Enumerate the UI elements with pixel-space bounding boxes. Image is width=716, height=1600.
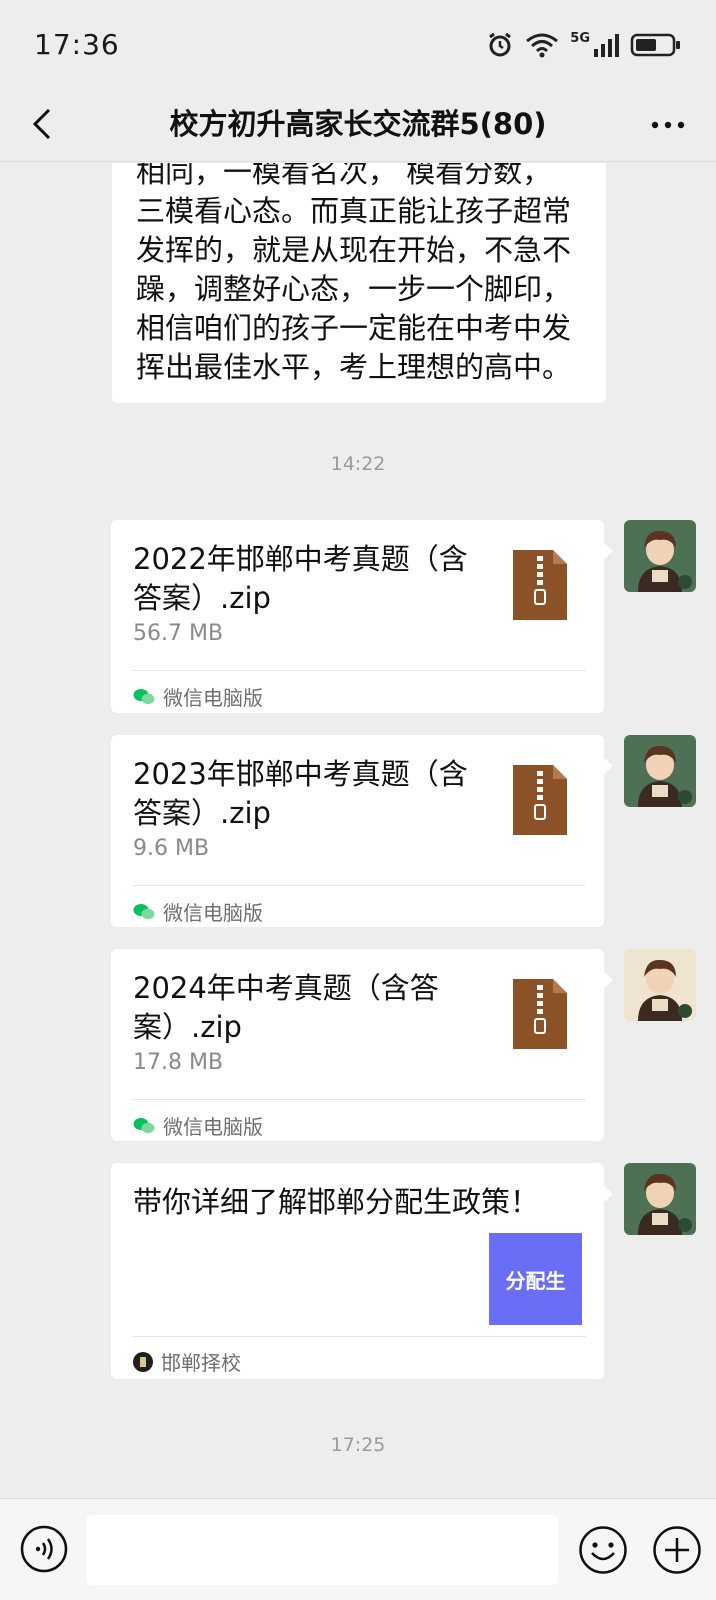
link-thumbnail: 分配生	[489, 1233, 582, 1325]
chat-header: 校方初升高家长交流群5(80)	[0, 88, 716, 162]
message-input[interactable]	[86, 1515, 558, 1585]
file-name: 2024年中考真题（含答案）.zip	[133, 971, 439, 1044]
file-message[interactable]: 2024年中考真题（含答案）.zip 17.8 MB 微信电脑版	[111, 949, 613, 1141]
avatar-image	[624, 1163, 696, 1235]
status-icons: 5G	[486, 28, 682, 62]
avatar[interactable]	[624, 735, 696, 807]
message-line: 三模看心态。而真正能让孩子超常	[136, 194, 572, 228]
zip-file-icon	[513, 979, 567, 1049]
wechat-icon	[133, 903, 155, 919]
file-message[interactable]: 2022年邯郸中考真题（含答案）.zip 56.7 MB 微信电脑版	[111, 520, 613, 713]
link-message[interactable]: 带你详细了解邯郸分配生政策！ 分配生 邯郸择校	[111, 1163, 613, 1379]
card-divider	[133, 1336, 586, 1337]
more-dots-icon	[651, 121, 685, 129]
more-functions-button[interactable]	[652, 1525, 702, 1575]
avatar[interactable]	[624, 520, 696, 592]
file-size: 9.6 MB	[133, 836, 210, 861]
avatar-image	[624, 949, 696, 1021]
source-label: 微信电脑版	[163, 686, 263, 710]
source-label: 微信电脑版	[163, 901, 263, 925]
text-message[interactable]: 相同，一模看名次， 模看分数， 三模看心态。而真正能让孩子超常 发挥的，就是从现…	[112, 163, 606, 403]
chat-title: 校方初升高家长交流群5(80)	[169, 107, 547, 141]
input-bar	[0, 1498, 716, 1600]
card-divider	[133, 885, 586, 886]
avatar[interactable]	[624, 949, 696, 1021]
link-title: 带你详细了解邯郸分配生政策！	[133, 1185, 540, 1219]
timestamp: 17:25	[330, 1434, 386, 1456]
avatar[interactable]	[624, 1163, 696, 1235]
voice-button[interactable]	[20, 1525, 68, 1573]
message-line: 挥出最佳水平，考上理想的高中。	[136, 350, 572, 384]
avatar-image	[624, 520, 696, 592]
wifi-icon	[526, 33, 559, 58]
file-message[interactable]: 2023年邯郸中考真题（含答案）.zip 9.6 MB 微信电脑版	[111, 735, 613, 927]
timestamp: 14:22	[330, 453, 386, 475]
network-label: 5G	[570, 30, 590, 46]
avatar-image	[624, 735, 696, 807]
file-name: 2023年邯郸中考真题（含答案）.zip	[133, 757, 468, 830]
card-divider	[133, 670, 586, 671]
voice-icon	[20, 1525, 68, 1573]
source-label: 邯郸择校	[161, 1351, 241, 1375]
official-account-icon	[133, 1351, 153, 1372]
message-line: 发挥的，就是从现在开始，不急不	[136, 233, 572, 267]
zip-file-icon	[513, 765, 567, 835]
message-line: 躁，调整好心态，一步一个脚印，	[136, 272, 572, 306]
smiley-icon	[579, 1526, 627, 1574]
signal-icon	[594, 34, 619, 57]
file-name: 2022年邯郸中考真题（含答案）.zip	[133, 542, 468, 615]
source-label: 微信电脑版	[163, 1115, 263, 1139]
more-button[interactable]	[648, 108, 688, 142]
file-size: 56.7 MB	[133, 621, 224, 646]
alarm-icon	[489, 32, 512, 57]
message-line: 相信咱们的孩子一定能在中考中发	[136, 311, 572, 345]
plus-icon	[653, 1526, 701, 1574]
card-source: 邯郸择校	[133, 1347, 241, 1376]
file-size: 17.8 MB	[133, 1050, 224, 1075]
wechat-icon	[133, 688, 155, 704]
status-time: 17:36	[34, 28, 120, 61]
card-divider	[133, 1099, 586, 1100]
zip-file-icon	[513, 550, 567, 620]
chat-area[interactable]: 相同，一模看名次， 模看分数， 三模看心态。而真正能让孩子超常 发挥的，就是从现…	[0, 163, 716, 1498]
status-bar: 17:36 5G	[0, 0, 716, 88]
wechat-icon	[133, 1117, 155, 1133]
message-line: 相同，一模看名次， 模看分数，	[136, 163, 552, 189]
card-source: 微信电脑版	[133, 897, 263, 926]
card-source: 微信电脑版	[133, 1111, 263, 1140]
battery-icon	[630, 33, 680, 57]
card-source: 微信电脑版	[133, 682, 263, 711]
emoji-button[interactable]	[578, 1525, 628, 1575]
